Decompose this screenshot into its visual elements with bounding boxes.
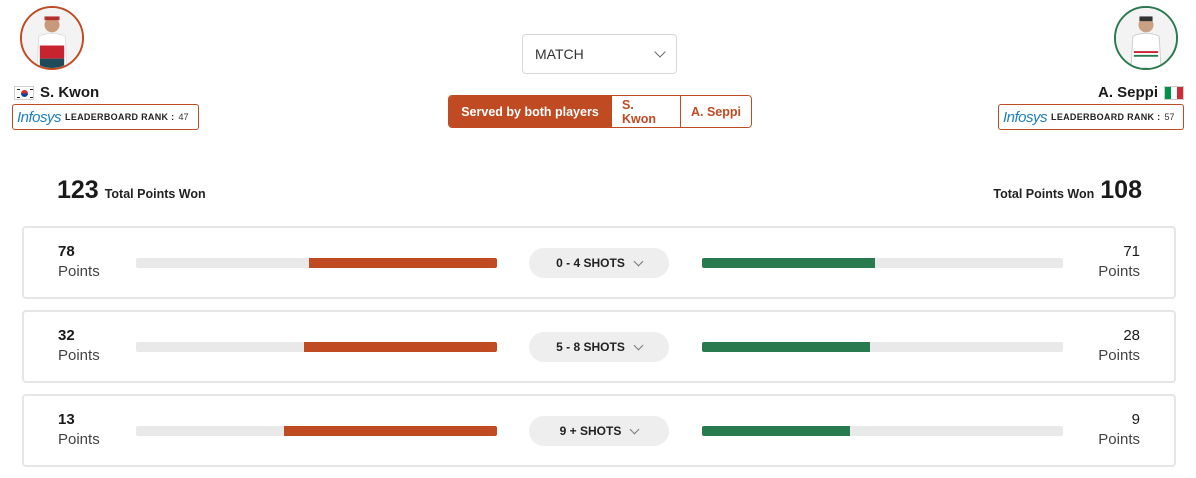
- left-points: 13 Points: [58, 410, 100, 450]
- player-left-avatar: [20, 6, 84, 70]
- rally-length-row: 32 Points 5 - 8 SHOTS 28 Points: [22, 310, 1176, 383]
- chevron-down-icon: [629, 424, 640, 434]
- infosys-logo: Infosys: [1003, 108, 1048, 126]
- chevron-down-icon: [633, 340, 644, 350]
- match-set-select[interactable]: MATCH: [522, 34, 677, 74]
- left-points: 78 Points: [58, 242, 100, 282]
- rank-value: 57: [1164, 112, 1175, 122]
- player-right-name: A. Seppi: [1098, 84, 1184, 101]
- right-points-value: 9: [1131, 411, 1140, 428]
- italy-flag-icon: [1164, 85, 1184, 100]
- total-points-label: Total Points Won: [993, 187, 1095, 201]
- points-label: Points: [1098, 347, 1140, 364]
- rank-value: 47: [178, 112, 189, 122]
- tab-served-by-kwon[interactable]: S. Kwon: [611, 96, 680, 127]
- player-right-rank-badge[interactable]: Infosys LEADERBOARD RANK : 57: [998, 104, 1184, 130]
- right-points-bar-fill: [702, 426, 850, 436]
- points-label: Points: [58, 347, 100, 364]
- points-label: Points: [1098, 263, 1140, 280]
- right-points: 28 Points: [1098, 326, 1140, 366]
- match-set-select-value: MATCH: [535, 46, 584, 62]
- left-points-bar-fill: [284, 426, 497, 436]
- right-points-bar: [702, 342, 1063, 352]
- points-label: Points: [58, 263, 100, 280]
- total-points-value: 123: [57, 176, 99, 204]
- shots-range-label: 9 + SHOTS: [559, 424, 622, 438]
- left-points-value: 13: [58, 411, 75, 428]
- player-right-total: Total Points Won 108: [993, 176, 1142, 205]
- left-points-bar-fill: [303, 342, 497, 352]
- left-points: 32 Points: [58, 326, 100, 366]
- chevron-down-icon: [654, 46, 666, 58]
- left-points-value: 32: [58, 327, 75, 344]
- right-points: 71 Points: [1098, 242, 1140, 282]
- left-points-value: 78: [58, 243, 75, 260]
- shots-range-toggle[interactable]: 5 - 8 SHOTS: [529, 332, 669, 362]
- serve-filter-tabs: Served by both players S. Kwon A. Seppi: [448, 95, 752, 128]
- right-points: 9 Points: [1098, 410, 1140, 450]
- rank-label: LEADERBOARD RANK :: [65, 112, 175, 122]
- tab-served-by-both[interactable]: Served by both players: [449, 96, 611, 127]
- right-points-value: 28: [1123, 327, 1140, 344]
- total-points-value: 108: [1100, 176, 1142, 204]
- player-photo-icon: [22, 8, 82, 68]
- right-points-bar: [702, 258, 1063, 268]
- player-left-rank-badge[interactable]: Infosys LEADERBOARD RANK : 47: [12, 104, 199, 130]
- points-label: Points: [58, 431, 100, 448]
- left-points-bar-fill: [309, 258, 497, 268]
- left-points-bar: [136, 342, 497, 352]
- player-left-total: 123 Total Points Won: [57, 176, 206, 205]
- player-right-avatar: [1114, 6, 1178, 70]
- chevron-down-icon: [633, 256, 644, 266]
- rally-length-row: 13 Points 9 + SHOTS 9 Points: [22, 394, 1176, 467]
- south-korea-flag-icon: [14, 85, 34, 100]
- tab-served-by-seppi[interactable]: A. Seppi: [680, 96, 751, 127]
- rally-length-row: 78 Points 0 - 4 SHOTS 71 Points: [22, 226, 1176, 299]
- left-points-bar: [136, 426, 497, 436]
- player-left-name: S. Kwon: [14, 84, 99, 101]
- player-photo-icon: [1116, 8, 1176, 68]
- shots-range-toggle[interactable]: 0 - 4 SHOTS: [529, 248, 669, 278]
- right-points-bar-fill: [702, 258, 876, 268]
- shots-range-label: 0 - 4 SHOTS: [556, 256, 625, 270]
- player-right-name-text[interactable]: A. Seppi: [1098, 84, 1158, 101]
- right-points-bar: [702, 426, 1063, 436]
- left-points-bar: [136, 258, 497, 268]
- rank-label: LEADERBOARD RANK :: [1051, 112, 1161, 122]
- infosys-logo: Infosys: [17, 108, 62, 126]
- total-points-label: Total Points Won: [104, 187, 206, 201]
- right-points-bar-fill: [702, 342, 870, 352]
- player-left-name-text[interactable]: S. Kwon: [40, 84, 99, 101]
- shots-range-toggle[interactable]: 9 + SHOTS: [529, 416, 669, 446]
- shots-range-label: 5 - 8 SHOTS: [556, 340, 625, 354]
- right-points-value: 71: [1123, 243, 1140, 260]
- points-label: Points: [1098, 431, 1140, 448]
